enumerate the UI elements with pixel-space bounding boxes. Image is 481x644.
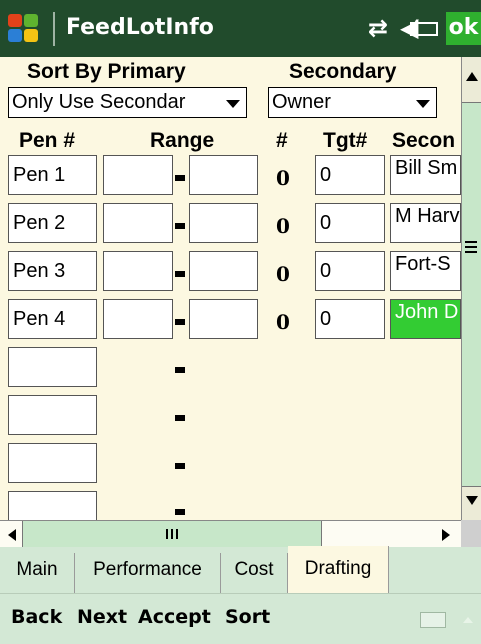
sort-primary-label: Sort By Primary xyxy=(27,60,186,83)
column-header-target: Tgt# xyxy=(323,129,368,152)
head-count: 0 xyxy=(276,262,290,286)
input-panel-arrow-icon[interactable] xyxy=(462,616,474,624)
range-start-field[interactable] xyxy=(103,203,173,243)
target-field[interactable]: 0 xyxy=(315,203,385,243)
chevron-down-icon xyxy=(226,100,240,108)
scroll-down-arrow-icon[interactable] xyxy=(465,494,479,506)
range-dash xyxy=(175,175,185,181)
secondary-field[interactable]: M Harv xyxy=(390,203,461,243)
vertical-scroll-thumb[interactable] xyxy=(462,102,481,487)
range-start-field[interactable] xyxy=(103,299,173,339)
horizontal-scrollbar[interactable] xyxy=(0,520,461,547)
range-end-field[interactable] xyxy=(189,251,258,291)
range-dash xyxy=(175,223,185,229)
head-count: 0 xyxy=(276,214,290,238)
secondary-sort-value: Owner xyxy=(272,91,331,113)
secondary-label: Secondary xyxy=(289,60,397,83)
range-dash xyxy=(175,271,185,277)
back-button[interactable]: Back xyxy=(11,606,62,628)
drafting-panel: Sort By Primary Secondary Only Use Secon… xyxy=(0,57,461,520)
column-header-range: Range xyxy=(150,129,215,152)
pen-name-field[interactable]: Pen 2 xyxy=(8,203,97,243)
primary-sort-select[interactable]: Only Use Secondar xyxy=(8,87,247,118)
range-dash xyxy=(175,463,185,469)
column-header-count: # xyxy=(276,129,288,152)
range-start-field[interactable] xyxy=(103,251,173,291)
accept-button[interactable]: Accept xyxy=(138,606,211,628)
secondary-field-selected[interactable]: John D xyxy=(390,299,461,339)
target-field[interactable]: 0 xyxy=(315,155,385,195)
pen-name-field[interactable] xyxy=(8,443,97,483)
column-header-secondary: Secon xyxy=(392,129,456,152)
connectivity-icon[interactable]: ⇄ xyxy=(368,14,388,42)
app-title: FeedLotInfo xyxy=(66,15,214,40)
scrollbar-corner xyxy=(461,520,481,547)
title-bar: FeedLotInfo ⇄ ◀︎ ( ok xyxy=(0,0,481,57)
vertical-scrollbar[interactable] xyxy=(461,57,481,520)
tab-drafting[interactable]: Drafting xyxy=(288,546,389,593)
range-end-field[interactable] xyxy=(189,203,258,243)
tab-strip: Main Performance Cost Drafting xyxy=(0,546,481,593)
next-button[interactable]: Next xyxy=(77,606,127,628)
range-dash xyxy=(175,415,185,421)
pen-name-field[interactable]: Pen 4 xyxy=(8,299,97,339)
battery-icon[interactable] xyxy=(410,22,438,36)
sort-button[interactable]: Sort xyxy=(225,606,270,628)
column-header-pen: Pen # xyxy=(19,129,76,152)
secondary-field[interactable]: Bill Sm xyxy=(390,155,461,195)
secondary-field[interactable]: Fort-S xyxy=(390,251,461,291)
range-end-field[interactable] xyxy=(189,155,258,195)
title-separator xyxy=(53,12,55,46)
ok-button[interactable]: ok xyxy=(446,12,481,45)
pen-name-field[interactable]: Pen 3 xyxy=(8,251,97,291)
head-count: 0 xyxy=(276,166,290,190)
pen-name-field[interactable] xyxy=(8,395,97,435)
pen-name-field[interactable] xyxy=(8,491,97,520)
range-start-field[interactable] xyxy=(103,155,173,195)
scroll-up-arrow-icon[interactable] xyxy=(465,71,479,83)
primary-sort-value: Only Use Secondar xyxy=(12,91,186,113)
keyboard-icon[interactable] xyxy=(420,612,446,628)
pen-name-field[interactable] xyxy=(8,347,97,387)
secondary-sort-select[interactable]: Owner xyxy=(268,87,437,118)
range-dash xyxy=(175,367,185,373)
pen-name-field[interactable]: Pen 1 xyxy=(8,155,97,195)
horizontal-scroll-thumb[interactable] xyxy=(22,521,322,547)
tab-cost[interactable]: Cost xyxy=(221,547,287,593)
scroll-left-arrow-icon[interactable] xyxy=(6,528,18,542)
target-field[interactable]: 0 xyxy=(315,299,385,339)
chevron-down-icon xyxy=(416,100,430,108)
range-dash xyxy=(175,319,185,325)
head-count: 0 xyxy=(276,310,290,334)
target-field[interactable]: 0 xyxy=(315,251,385,291)
tab-performance[interactable]: Performance xyxy=(75,547,220,593)
scroll-right-arrow-icon[interactable] xyxy=(440,528,452,542)
range-dash xyxy=(175,509,185,515)
windows-start-icon[interactable] xyxy=(8,14,40,44)
tab-main[interactable]: Main xyxy=(0,547,74,593)
softkey-bar: Back Next Accept Sort xyxy=(0,593,481,644)
range-end-field[interactable] xyxy=(189,299,258,339)
